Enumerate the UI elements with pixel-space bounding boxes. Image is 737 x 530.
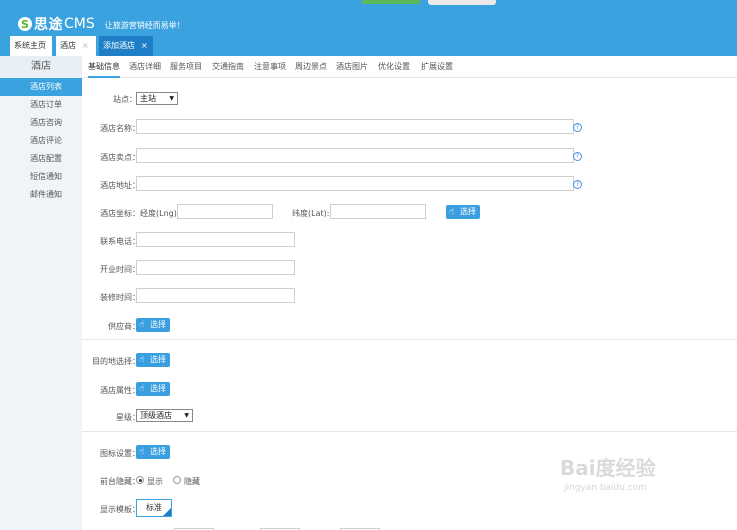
watermark-main: Bai度经验 [560,456,656,480]
section-divider [82,431,737,432]
subtab-hotel-detail[interactable]: 酒店详细 [129,56,161,78]
decor-time-label: 装修时间： [100,293,140,302]
site-label: 站点： [113,95,137,104]
show-option-label: 显示 [147,477,163,486]
frontend-hide-label: 前台隐藏： [100,477,140,486]
button-label: 选择 [150,384,166,393]
subtab-seo[interactable]: 优化设置 [378,56,410,78]
lng-input[interactable] [177,204,273,219]
logo: S 思途 CMS 让旅游营销经而易举！ [18,14,185,34]
icon-setting-label: 图标设置： [100,449,140,458]
hide-option-label: 隐藏 [184,477,200,486]
button-label: 选择 [150,447,166,456]
coord-select-button[interactable]: ☝ 选择 [446,205,480,219]
brand-suffix: CMS [64,16,95,32]
phone-input[interactable] [136,232,295,247]
tab-home[interactable]: 系统主页 [10,36,52,56]
sidebar-item-sms-notify[interactable]: 短信通知 [0,168,82,186]
subtab-traffic[interactable]: 交通指南 [212,56,244,78]
close-icon[interactable]: × [82,41,89,50]
selling-point-label: 酒店卖点： [100,153,140,162]
phone-label: 联系电话： [100,237,140,246]
close-icon[interactable]: × [141,41,148,50]
template-label: 显示模板： [100,505,140,514]
attribute-label: 酒店属性： [100,386,140,395]
sidebar-item-hotel-reviews[interactable]: 酒店评论 [0,132,82,150]
template-option-standard[interactable]: 标准 [136,499,172,517]
slogan: 让旅游营销经而易举！ [104,20,185,30]
subtab-bar: 基础信息 酒店详细 服务项目 交通指南 注意事项 周边景点 酒店图片 优化设置 … [82,56,737,78]
template-option-label: 标准 [146,503,162,512]
top-header: S 思途 CMS 让旅游营销经而易举！ [0,0,737,36]
supplier-select-button[interactable]: ☝ 选择 [136,318,170,332]
subtab-notes[interactable]: 注意事项 [254,56,286,78]
sidebar-title: 酒店 [0,56,82,78]
show-radio[interactable] [136,476,144,484]
tab-bar: 系统主页 酒店 × 添加酒店 × [0,36,737,56]
hand-pointer-icon: ☝ [139,355,145,365]
selected-check-icon [163,508,171,516]
selling-point-input[interactable] [136,148,574,163]
hide-radio[interactable] [173,476,181,484]
tab-add-hotel[interactable]: 添加酒店 × [99,36,153,56]
help-icon[interactable]: ? [573,180,582,189]
subtab-services[interactable]: 服务项目 [170,56,202,78]
sidebar-item-hotel-list[interactable]: 酒店列表 [0,78,82,96]
lat-label: 纬度(Lat): [292,209,330,218]
watermark: Bai度经验 jingyan.baidu.com [560,452,710,512]
help-icon[interactable]: ? [573,152,582,161]
site-select[interactable]: 主站 ▼ [136,92,178,105]
sidebar-item-hotel-inquiries[interactable]: 酒店咨询 [0,114,82,132]
coord-lng-label: 酒店坐标：经度(Lng): [100,209,180,218]
subtab-extend[interactable]: 扩展设置 [421,56,453,78]
sidebar-item-hotel-orders[interactable]: 酒店订单 [0,96,82,114]
hand-pointer-icon: ☝ [139,447,145,457]
logo-s-icon: S [18,17,32,31]
tab-add-hotel-label: 添加酒店 [103,41,135,50]
header-tab-stub [428,0,496,5]
address-label: 酒店地址： [100,181,140,190]
decor-time-input[interactable] [136,288,295,303]
watermark-sub: jingyan.baidu.com [564,483,648,493]
sidebar: 酒店 酒店列表 酒店订单 酒店咨询 酒店评论 酒店配置 短信通知 邮件通知 [0,56,82,530]
site-select-value: 主站 [140,94,156,103]
address-input[interactable] [136,176,574,191]
sidebar-item-hotel-config[interactable]: 酒店配置 [0,150,82,168]
subtab-images[interactable]: 酒店图片 [336,56,368,78]
star-select[interactable]: 顶级酒店 ▼ [136,409,193,422]
icon-select-button[interactable]: ☝ 选择 [136,445,170,459]
tab-hotel[interactable]: 酒店 × [56,36,96,56]
tab-home-label: 系统主页 [14,41,46,50]
sidebar-item-email-notify[interactable]: 邮件通知 [0,186,82,204]
destination-select-button[interactable]: ☝ 选择 [136,353,170,367]
attribute-select-button[interactable]: ☝ 选择 [136,382,170,396]
subtab-basic-info[interactable]: 基础信息 [88,56,120,78]
button-label: 选择 [150,320,166,329]
chevron-down-icon: ▼ [184,412,189,419]
brand-name: 思途 [34,17,63,33]
hotel-name-input[interactable] [136,119,574,134]
hand-pointer-icon: ☝ [449,207,455,217]
hand-pointer-icon: ☝ [139,320,145,330]
help-icon[interactable]: ? [573,123,582,132]
button-label: 选择 [460,207,476,216]
star-select-value: 顶级酒店 [140,411,172,420]
tab-hotel-label: 酒店 [60,41,76,50]
destination-label: 目的地选择： [92,357,140,366]
button-label: 选择 [150,355,166,364]
section-divider [82,339,737,340]
chevron-down-icon: ▼ [169,95,174,102]
open-time-label: 开业时间： [100,265,140,274]
header-progress-accent [362,0,420,4]
subtab-nearby[interactable]: 周边景点 [295,56,327,78]
hotel-name-label: 酒店名称： [100,124,140,133]
hand-pointer-icon: ☝ [139,384,145,394]
open-time-input[interactable] [136,260,295,275]
lat-input[interactable] [330,204,426,219]
